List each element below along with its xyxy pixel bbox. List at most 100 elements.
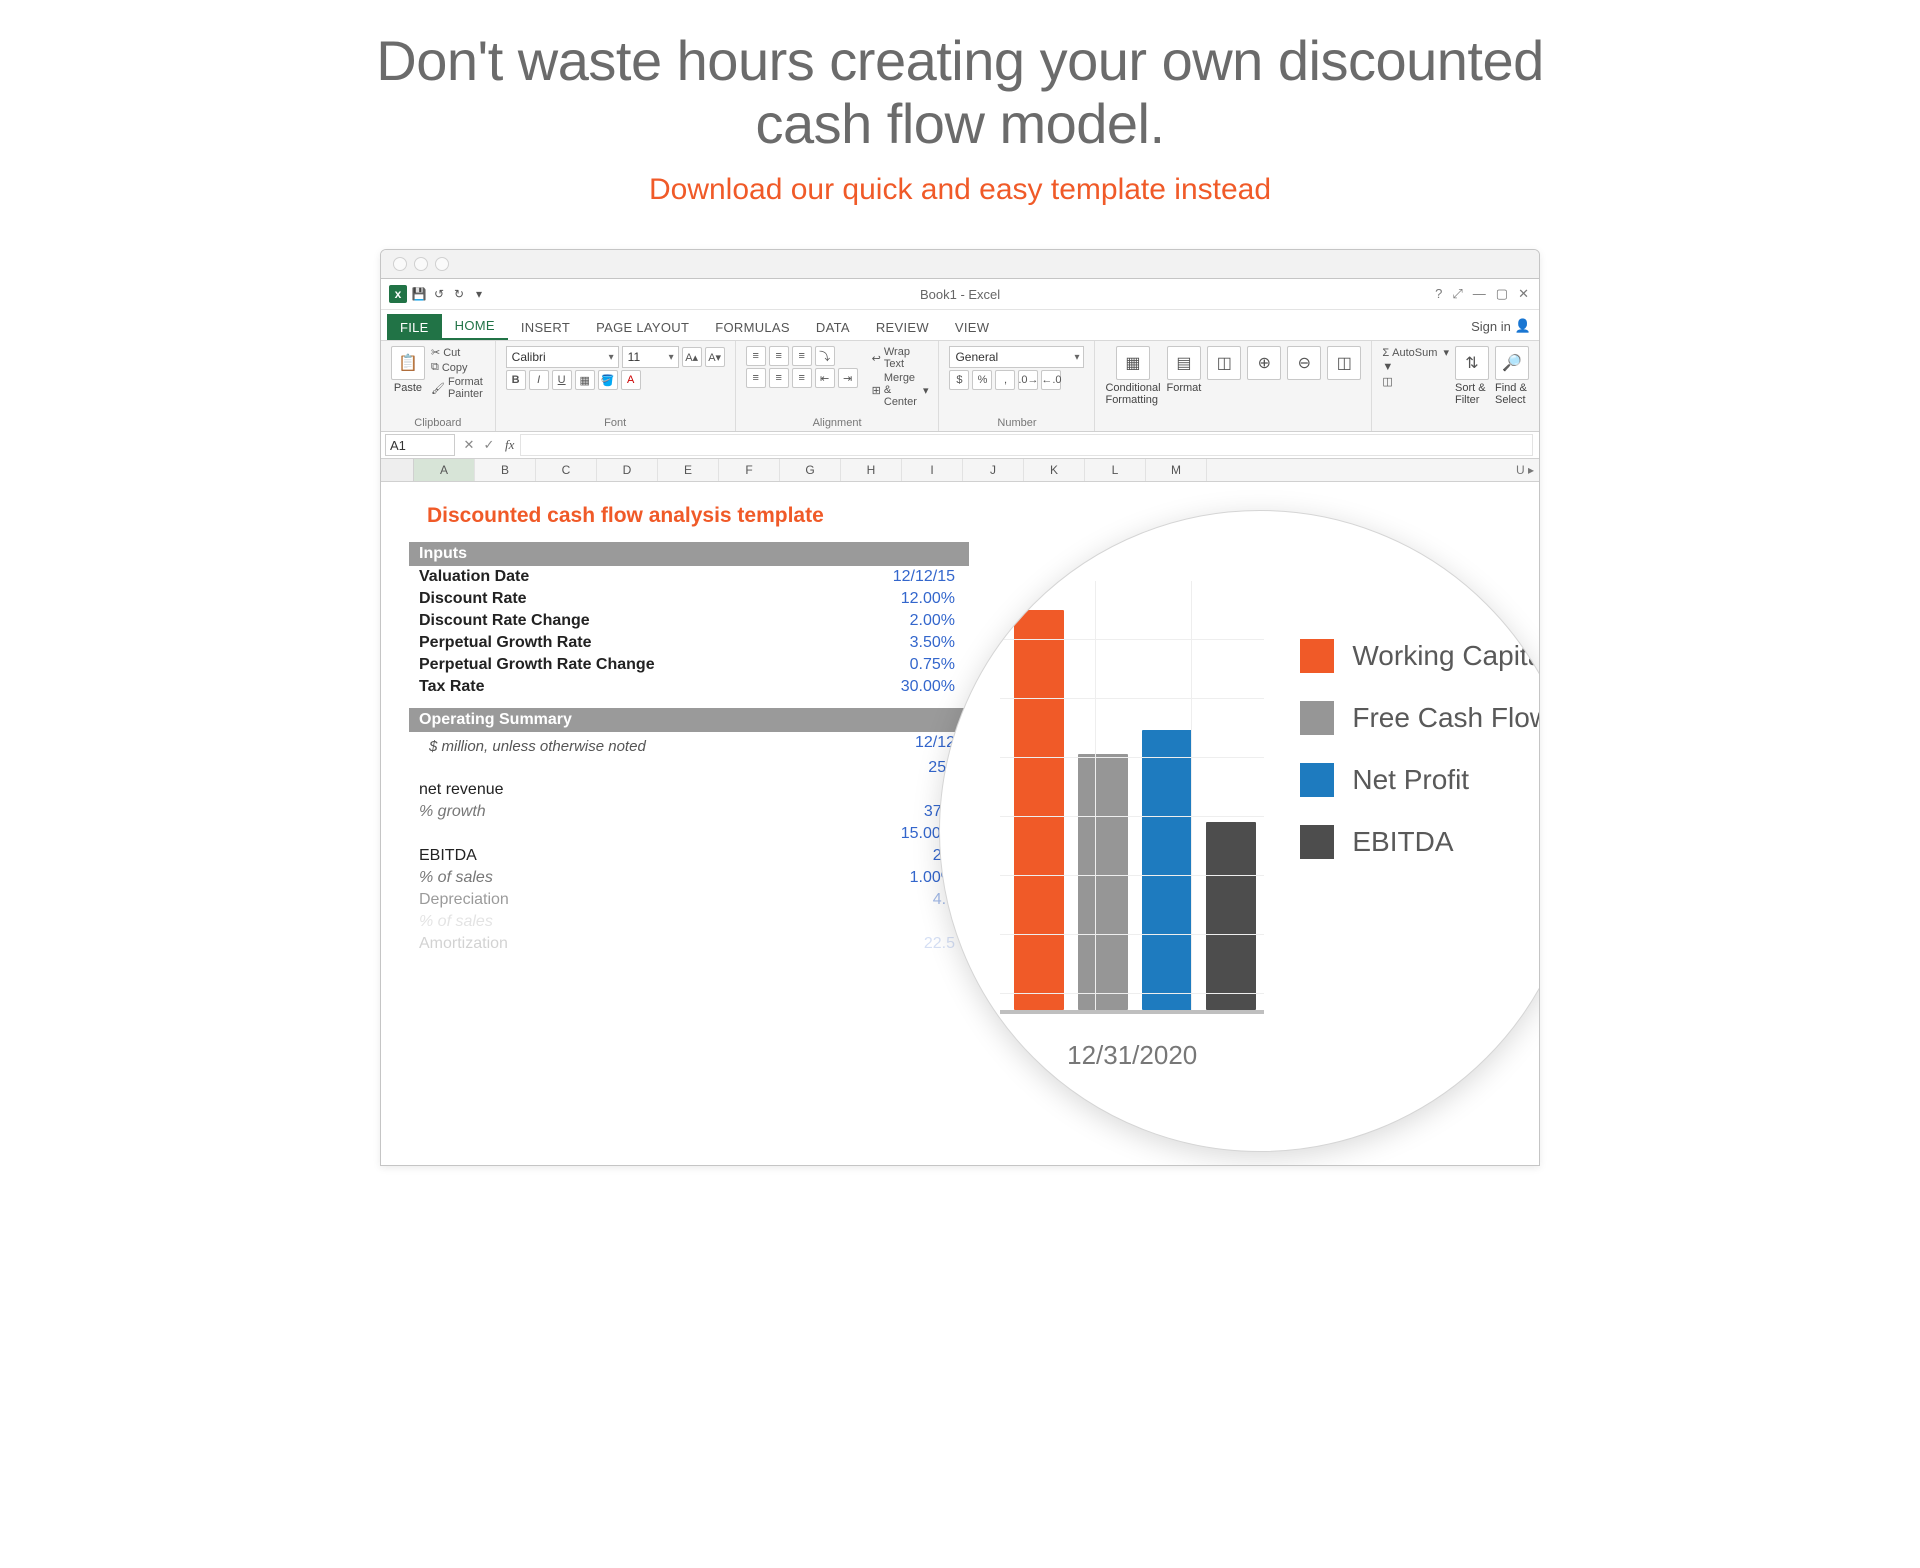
- operating-label: EBITDA: [419, 847, 477, 865]
- clear-button[interactable]: ◫: [1382, 375, 1449, 388]
- format-as-table-button[interactable]: ▤ Format: [1167, 346, 1202, 394]
- align-middle-icon[interactable]: ≡: [769, 346, 789, 366]
- number-format-select[interactable]: General: [949, 346, 1084, 368]
- operating-row: Depreciation4.0: [409, 889, 969, 911]
- comma-icon[interactable]: ,: [995, 370, 1015, 390]
- input-value[interactable]: 30.00%: [865, 678, 955, 696]
- indent-inc-icon[interactable]: ⇥: [838, 368, 858, 388]
- indent-dec-icon[interactable]: ⇤: [815, 368, 835, 388]
- operating-value[interactable]: 22.5: [865, 935, 955, 953]
- align-center-icon[interactable]: ≡: [769, 368, 789, 388]
- column-header-A[interactable]: A: [414, 459, 475, 481]
- column-header-E[interactable]: E: [658, 459, 719, 481]
- window-max-icon[interactable]: ▢: [1496, 286, 1508, 302]
- tab-review[interactable]: REVIEW: [863, 314, 942, 340]
- bold-button[interactable]: B: [506, 370, 526, 390]
- dec-decimal-icon[interactable]: ←.0: [1041, 370, 1061, 390]
- qat-save-icon[interactable]: 💾: [411, 286, 427, 302]
- format-cells-button[interactable]: ◫: [1327, 346, 1361, 380]
- fx-icon[interactable]: fx: [499, 437, 520, 453]
- tab-formulas[interactable]: FORMULAS: [702, 314, 803, 340]
- tab-home[interactable]: HOME: [442, 312, 508, 340]
- align-left-icon[interactable]: ≡: [746, 368, 766, 388]
- input-value[interactable]: 3.50%: [865, 634, 955, 652]
- window-min-icon[interactable]: —: [1473, 286, 1486, 302]
- delete-cells-button[interactable]: ⊖: [1287, 346, 1321, 380]
- column-header-F[interactable]: F: [719, 459, 780, 481]
- cut-button[interactable]: ✂Cut: [431, 346, 485, 359]
- table-icon: ▤: [1167, 346, 1201, 380]
- insert-cells-button[interactable]: ⊕: [1247, 346, 1281, 380]
- font-size-select[interactable]: 11: [622, 346, 679, 368]
- window-close-icon[interactable]: ✕: [1518, 286, 1529, 302]
- input-value[interactable]: 0.75%: [865, 656, 955, 674]
- enter-formula-icon[interactable]: ✓: [479, 437, 499, 453]
- qat-redo-icon[interactable]: ↻: [451, 286, 467, 302]
- tab-insert[interactable]: INSERT: [508, 314, 583, 340]
- column-header-I[interactable]: I: [902, 459, 963, 481]
- input-value[interactable]: 12.00%: [865, 590, 955, 608]
- orientation-icon[interactable]: ⤵: [815, 346, 835, 366]
- sign-in-link[interactable]: Sign in👤: [1463, 312, 1539, 340]
- formula-input[interactable]: [520, 434, 1533, 456]
- align-bottom-icon[interactable]: ≡: [792, 346, 812, 366]
- column-header-G[interactable]: G: [780, 459, 841, 481]
- percent-icon[interactable]: %: [972, 370, 992, 390]
- tab-view[interactable]: VIEW: [942, 314, 1002, 340]
- help-icon[interactable]: ?: [1435, 286, 1442, 302]
- traffic-min-icon[interactable]: [414, 257, 428, 271]
- tab-page-layout[interactable]: PAGE LAYOUT: [583, 314, 702, 340]
- align-right-icon[interactable]: ≡: [792, 368, 812, 388]
- format-painter-button[interactable]: 🖌Format Painter: [431, 376, 485, 400]
- column-header-B[interactable]: B: [475, 459, 536, 481]
- autosum-button[interactable]: ΣAutoSum ▾: [1382, 346, 1449, 359]
- inc-decimal-icon[interactable]: .0→: [1018, 370, 1038, 390]
- border-button[interactable]: ▦: [575, 370, 595, 390]
- input-label: Tax Rate: [419, 678, 485, 696]
- qat-dropdown-icon[interactable]: ▾: [471, 286, 487, 302]
- fill-button[interactable]: ▼: [1382, 361, 1449, 373]
- column-header-M[interactable]: M: [1146, 459, 1207, 481]
- column-header-C[interactable]: C: [536, 459, 597, 481]
- sort-filter-button[interactable]: ⇅ Sort & Filter: [1455, 346, 1489, 406]
- column-header-J[interactable]: J: [963, 459, 1024, 481]
- inputs-header: Inputs: [409, 542, 969, 566]
- currency-icon[interactable]: $: [949, 370, 969, 390]
- column-header-H[interactable]: H: [841, 459, 902, 481]
- fill-color-button[interactable]: 🪣: [598, 370, 618, 390]
- name-box[interactable]: A1: [385, 434, 455, 456]
- find-select-button[interactable]: 🔎 Find & Select: [1495, 346, 1529, 406]
- operating-value[interactable]: 4.0: [865, 891, 955, 909]
- page-subhead[interactable]: Download our quick and easy template ins…: [360, 173, 1560, 207]
- tab-data[interactable]: DATA: [803, 314, 863, 340]
- merge-center-button[interactable]: ⊞Merge & Center ▾: [872, 372, 929, 408]
- copy-button[interactable]: ⧉Copy: [431, 361, 485, 374]
- wrap-text-button[interactable]: ↩Wrap Text: [872, 346, 929, 370]
- qat-undo-icon[interactable]: ↺: [431, 286, 447, 302]
- italic-button[interactable]: I: [529, 370, 549, 390]
- font-name-select[interactable]: Calibri: [506, 346, 619, 368]
- column-header-L[interactable]: L: [1085, 459, 1146, 481]
- paste-button[interactable]: 📋 Paste: [391, 346, 425, 394]
- traffic-close-icon[interactable]: [393, 257, 407, 271]
- align-top-icon[interactable]: ≡: [746, 346, 766, 366]
- input-row: Perpetual Growth Rate Change0.75%: [409, 654, 969, 676]
- operating-value[interactable]: [865, 913, 955, 931]
- select-all-corner[interactable]: [381, 459, 414, 481]
- input-value[interactable]: 2.00%: [865, 612, 955, 630]
- font-color-button[interactable]: A: [621, 370, 641, 390]
- underline-button[interactable]: U: [552, 370, 572, 390]
- ribbon-group-font: Calibri 11 A▴ A▾ B I U ▦ 🪣 A Font: [496, 341, 736, 431]
- legend-label: EBITDA: [1352, 826, 1453, 858]
- column-header-K[interactable]: K: [1024, 459, 1085, 481]
- input-value[interactable]: 12/12/15: [865, 568, 955, 586]
- decrease-font-icon[interactable]: A▾: [705, 347, 725, 367]
- column-header-D[interactable]: D: [597, 459, 658, 481]
- tab-file[interactable]: FILE: [387, 314, 442, 340]
- cancel-formula-icon[interactable]: ✕: [459, 437, 479, 453]
- increase-font-icon[interactable]: A▴: [682, 347, 702, 367]
- traffic-zoom-icon[interactable]: [435, 257, 449, 271]
- cell-styles-button[interactable]: ◫: [1207, 346, 1241, 380]
- conditional-formatting-button[interactable]: ▦ Conditional Formatting: [1105, 346, 1160, 406]
- ribbon-collapse-icon[interactable]: ⤢: [1452, 286, 1462, 302]
